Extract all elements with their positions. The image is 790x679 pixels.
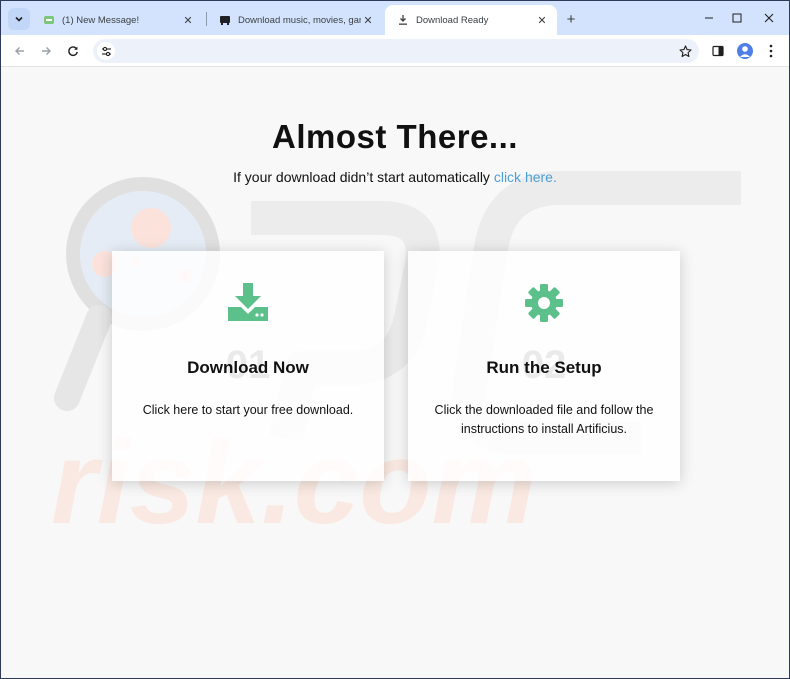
download-icon bbox=[112, 283, 384, 327]
page-content: risk.com Almost There... If your downloa… bbox=[1, 68, 789, 678]
avatar-icon bbox=[737, 43, 753, 59]
reload-icon bbox=[68, 46, 78, 56]
page-title: Almost There... bbox=[272, 118, 518, 155]
more-vert-icon bbox=[769, 44, 773, 58]
tab-download-ready[interactable]: Download Ready ✕ bbox=[385, 5, 557, 35]
address-bar[interactable] bbox=[93, 39, 699, 63]
maximize-button[interactable] bbox=[723, 7, 751, 29]
card-description: Click here to start your free download. bbox=[142, 403, 354, 417]
browser-window: (1) New Message! ✕ Download music, movie… bbox=[0, 0, 790, 679]
tab-strip: (1) New Message! ✕ Download music, movie… bbox=[1, 1, 789, 35]
card-title: Run the Setup bbox=[486, 358, 602, 377]
reload-button[interactable] bbox=[62, 40, 84, 62]
arrow-right-icon bbox=[42, 47, 51, 55]
close-icon[interactable]: ✕ bbox=[535, 13, 549, 27]
tab-title: (1) New Message! bbox=[62, 14, 140, 26]
tab-title: Download music, movies, games bbox=[238, 14, 361, 26]
browser-toolbar bbox=[1, 35, 789, 67]
minimize-icon bbox=[705, 17, 713, 19]
tune-icon bbox=[101, 46, 111, 56]
close-icon[interactable]: ✕ bbox=[361, 13, 375, 27]
new-tab-button[interactable]: + bbox=[562, 10, 580, 28]
tab-new-message[interactable]: (1) New Message! ✕ bbox=[31, 5, 203, 35]
site-info-button[interactable] bbox=[97, 42, 115, 60]
bookmark-star-button[interactable] bbox=[677, 43, 693, 59]
back-button[interactable] bbox=[9, 40, 31, 62]
card-title: Download Now bbox=[187, 358, 309, 377]
ad-favicon-icon bbox=[43, 14, 55, 26]
star-icon bbox=[678, 44, 692, 57]
close-icon[interactable]: ✕ bbox=[181, 13, 195, 27]
chevron-down-icon bbox=[15, 16, 23, 22]
download-now-card[interactable]: 01 Download Now Click here to start your… bbox=[112, 251, 384, 481]
close-icon bbox=[764, 13, 774, 23]
side-panel-icon bbox=[712, 45, 724, 57]
close-window-button[interactable] bbox=[755, 7, 783, 29]
subline: If your download didn’t start automatica… bbox=[1, 169, 789, 185]
click-here-link[interactable]: click here. bbox=[494, 169, 557, 185]
profile-button[interactable] bbox=[734, 40, 756, 62]
tab-download-music[interactable]: Download music, movies, games ✕ bbox=[207, 5, 383, 35]
forward-button[interactable] bbox=[35, 40, 57, 62]
tab-title: Download Ready bbox=[416, 14, 489, 26]
arrow-left-icon bbox=[15, 47, 24, 55]
card-description: Click the downloaded file and follow the… bbox=[434, 403, 654, 436]
gear-icon bbox=[408, 283, 680, 327]
subline-text: If your download didn’t start automatica… bbox=[233, 169, 494, 185]
minimize-button[interactable] bbox=[695, 7, 723, 29]
maximize-icon bbox=[732, 13, 742, 23]
tab-search-button[interactable] bbox=[8, 8, 30, 30]
menu-button[interactable] bbox=[760, 40, 782, 62]
download-favicon-icon bbox=[397, 14, 409, 26]
run-setup-card[interactable]: 02 Run the Setup Click the downloaded fi… bbox=[408, 251, 680, 481]
media-favicon-icon bbox=[219, 14, 231, 26]
side-panel-button[interactable] bbox=[707, 40, 729, 62]
